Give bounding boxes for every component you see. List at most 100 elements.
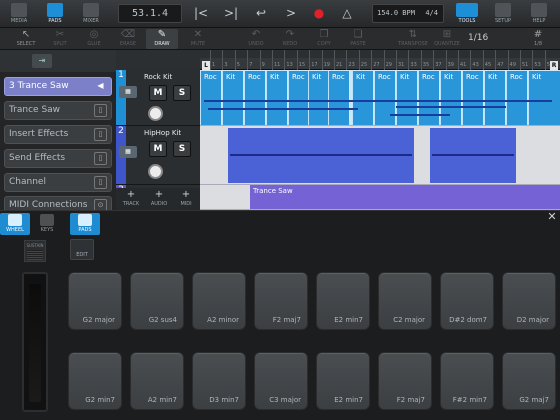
midi-clip[interactable]: Kit [308,71,329,125]
quantize-button[interactable]: ⊞ QUANTIZE [430,29,464,49]
track-header[interactable]: 2 HipHop Kit ▦ M S [116,126,200,185]
midi-clip[interactable]: Kit [484,71,505,125]
pads-button[interactable]: PADS [40,2,70,26]
help-button[interactable]: HELP [524,2,554,26]
chord-pad[interactable]: C2 major [378,272,432,330]
ruler-tick-label: 7 [249,62,253,68]
track-lane[interactable]: Trance Saw [200,185,560,210]
loop-button[interactable]: ↩ [248,4,274,23]
chord-pad[interactable]: F2 maj7 [254,272,308,330]
midi-clip[interactable]: Roc [462,71,483,125]
solo-button[interactable]: S [173,85,191,101]
inspector-item-channel[interactable]: Channel ▯ [4,173,112,192]
media-icon [11,3,27,17]
select-tool[interactable]: ↖ SELECT [10,29,42,49]
drum-kit-icon: ▦ [119,146,137,158]
rewind-button[interactable]: |< [188,4,214,23]
tab-keys[interactable]: KEYS [32,213,62,235]
paste-button[interactable]: ❏ PASTE [342,29,374,49]
loop-left-locator[interactable]: L [202,61,210,70]
chord-pad[interactable]: F2 maj7 [378,352,432,410]
midi-clip[interactable]: Kit [396,71,417,125]
chord-pad[interactable]: F#2 min7 [440,352,494,410]
chord-pad[interactable]: A2 min7 [130,352,184,410]
wheel-track[interactable] [29,284,41,402]
tab-wheel[interactable]: WHEEL [0,213,30,235]
chord-pad[interactable]: D3 min7 [192,352,246,410]
setup-button[interactable]: SETUP [488,2,518,26]
transpose-button[interactable]: ⇅ TRANSPOSE [394,29,432,49]
chord-pad[interactable]: E2 min7 [316,272,370,330]
record-button[interactable]: ● [306,4,332,23]
midi-clip[interactable]: Roc [374,71,395,125]
record-arm-button[interactable] [148,106,163,121]
edit-pads-button[interactable]: EDIT [70,239,94,260]
inspector-item-insert-effects[interactable]: Insert Effects ▯ [4,125,112,144]
midi-clip[interactable]: Kit [528,71,560,125]
timeline-ruler[interactable]: 1 3 5 7 9 11 13 15 17 19 21 23 25 27 29 31 33 35 37 39 41 43 4… [200,50,560,70]
pad-label: E2 min7 [334,396,363,404]
mute-button[interactable]: M [149,85,167,101]
tab-pads[interactable]: PADS [70,213,100,235]
midi-clip[interactable]: Roc [244,71,265,125]
mute-tool[interactable]: ✕ MUTE [182,29,214,49]
ruler-tick-label: 43 [472,62,479,68]
undo-button[interactable]: ↶ UNDO [240,29,272,49]
midi-clip[interactable]: Roc [506,71,527,125]
chord-pad[interactable]: D#2 dom7 [440,272,494,330]
chord-pad[interactable]: G2 min7 [68,352,122,410]
loop-bar[interactable] [200,50,560,58]
track-lane[interactable] [200,126,560,185]
track-header[interactable]: 1 Rock Kit ▦ M S [116,70,200,126]
inspector-pin-button[interactable]: ⇥ [32,54,52,68]
collapse-icon: ◀ [97,81,104,90]
chord-pad[interactable]: E2 min7 [316,352,370,410]
tempo-display[interactable]: 154.0 BPM 4/4 [372,4,444,23]
modulation-wheel[interactable] [22,272,48,412]
midi-clip[interactable]: Roc [200,71,221,125]
close-panel-button[interactable]: ✕ [546,211,558,223]
chord-pad[interactable]: D2 major [502,272,556,330]
midi-clip[interactable]: Kit [440,71,461,125]
inspector-item-instrument[interactable]: Trance Saw ▯ [4,101,112,120]
media-button[interactable]: MEDIA [4,2,34,26]
grid-button[interactable]: #1/8 [522,29,554,49]
position-display[interactable]: 53.1.4 [118,4,182,23]
loop-right-locator[interactable]: R [550,61,558,70]
add-track-button[interactable]: + TRACK [118,189,144,209]
midi-clip[interactable]: Roc [418,71,439,125]
split-tool[interactable]: ✂ SPLIT [44,29,76,49]
metronome-button[interactable]: △ [334,4,360,23]
add-midi-button[interactable]: + MIDI [173,189,199,209]
mixer-button[interactable]: MIXER [76,2,106,26]
glue-tool[interactable]: ◎ GLUE [78,29,110,49]
solo-button[interactable]: S [173,141,191,157]
tools-button[interactable]: TOOLS [452,2,482,26]
chord-pad[interactable]: G2 sus4 [130,272,184,330]
chord-pad[interactable]: G2 maj7 [502,352,556,410]
draw-tool[interactable]: ✎ DRAW [146,29,178,49]
play-button[interactable]: > [278,4,304,23]
midi-clip[interactable]: Trance Saw [250,185,560,209]
erase-tool[interactable]: ⌫ ERASE [112,29,144,49]
midi-clip[interactable]: Roc [288,71,309,125]
midi-clip[interactable]: Kit [266,71,287,125]
midi-clip[interactable]: Kit [352,71,373,125]
record-arm-button[interactable] [148,164,163,179]
add-audio-button[interactable]: + AUDIO [146,189,172,209]
sustain-pedal[interactable]: SUSTAIN [24,240,46,262]
mute-button[interactable]: M [149,141,167,157]
inspector-track-title[interactable]: 3 Trance Saw ◀ [4,77,112,96]
mute-icon: ✕ [193,29,203,40]
chord-pad[interactable]: A2 minor [192,272,246,330]
chord-pad[interactable]: G2 major [68,272,122,330]
arrange-view[interactable]: 1 3 5 7 9 11 13 15 17 19 21 23 25 27 29 31 33 35 37 39 41 43 4… [200,50,560,210]
midi-clip[interactable]: Kit [222,71,243,125]
chord-pad[interactable]: C3 major [254,352,308,410]
midi-clip[interactable]: Roc [328,71,349,125]
forward-button[interactable]: >| [218,4,244,23]
inspector-item-send-effects[interactable]: Send Effects ▯ [4,149,112,168]
redo-button[interactable]: ↷ REDO [274,29,306,49]
track-lane[interactable]: Roc Kit Roc Kit Roc Kit Roc Kit Roc Kit Roc Kit Roc K… [200,70,560,126]
copy-button[interactable]: ❐ COPY [308,29,340,49]
